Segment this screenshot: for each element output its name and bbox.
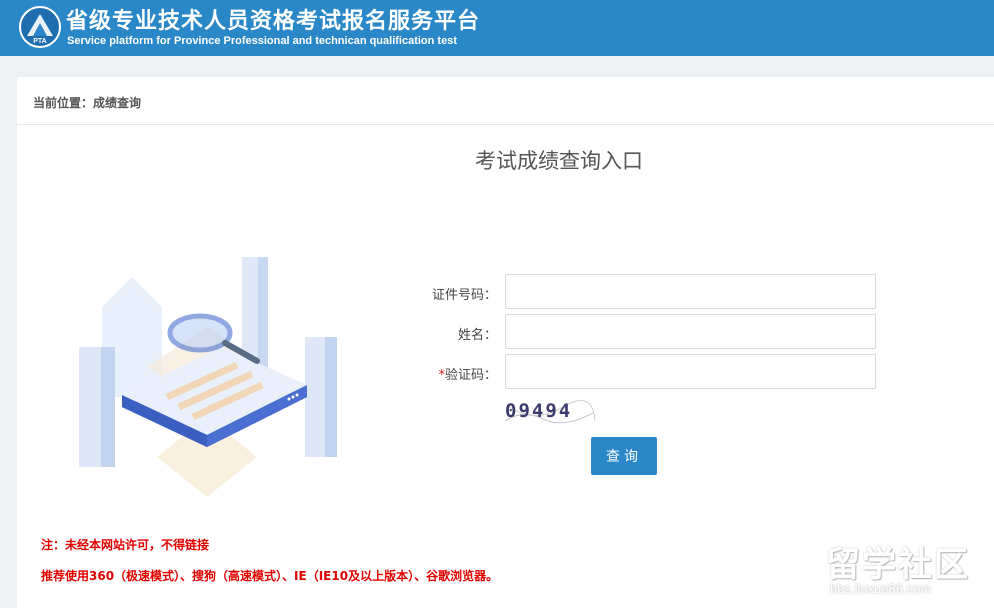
query-button[interactable]: 查询 (591, 437, 657, 475)
page-title: 考试成绩查询入口 (475, 149, 643, 173)
site-subtitle: Service platform for Province Profession… (67, 35, 457, 47)
site-title: 省级专业技术人员资格考试报名服务平台 (66, 9, 481, 34)
watermark-title: 留学社区 (826, 545, 970, 585)
captcha-label: 验证码： (444, 368, 497, 383)
breadcrumb: 当前位置：成绩查询 (17, 77, 994, 125)
name-label: 姓名： (457, 328, 497, 343)
captcha-input[interactable] (505, 354, 876, 389)
browser-recommendation-note: 推荐使用360（极速模式）、搜狗（高速模式）、IE（IE10及以上版本）、谷歌浏… (41, 569, 499, 583)
breadcrumb-text: 当前位置：成绩查询 (33, 96, 142, 110)
watermark-url: bbs.liuxue86.com (830, 581, 932, 596)
id-number-label: 证件号码： (431, 288, 497, 303)
search-illustration (79, 257, 337, 497)
site-header: PTA 省级专业技术人员资格考试报名服务平台 Service platform … (0, 0, 994, 56)
svg-text:09494: 09494 (505, 400, 572, 422)
watermark: 留学社区 bbs.liuxue86.com (826, 537, 986, 605)
main-panel: 当前位置：成绩查询 考试成绩查询入口 证件号码： 姓名： *验证码： 09494… (17, 77, 994, 608)
pta-logo-icon: PTA (19, 6, 61, 48)
id-number-input[interactable] (505, 274, 876, 309)
captcha-image[interactable]: 09494 (503, 395, 597, 429)
name-input[interactable] (505, 314, 876, 349)
link-warning-note: 注：未经本网站许可，不得链接 (41, 538, 210, 552)
captcha-label-row: *验证码： (407, 364, 497, 383)
svg-text:PTA: PTA (33, 38, 46, 45)
